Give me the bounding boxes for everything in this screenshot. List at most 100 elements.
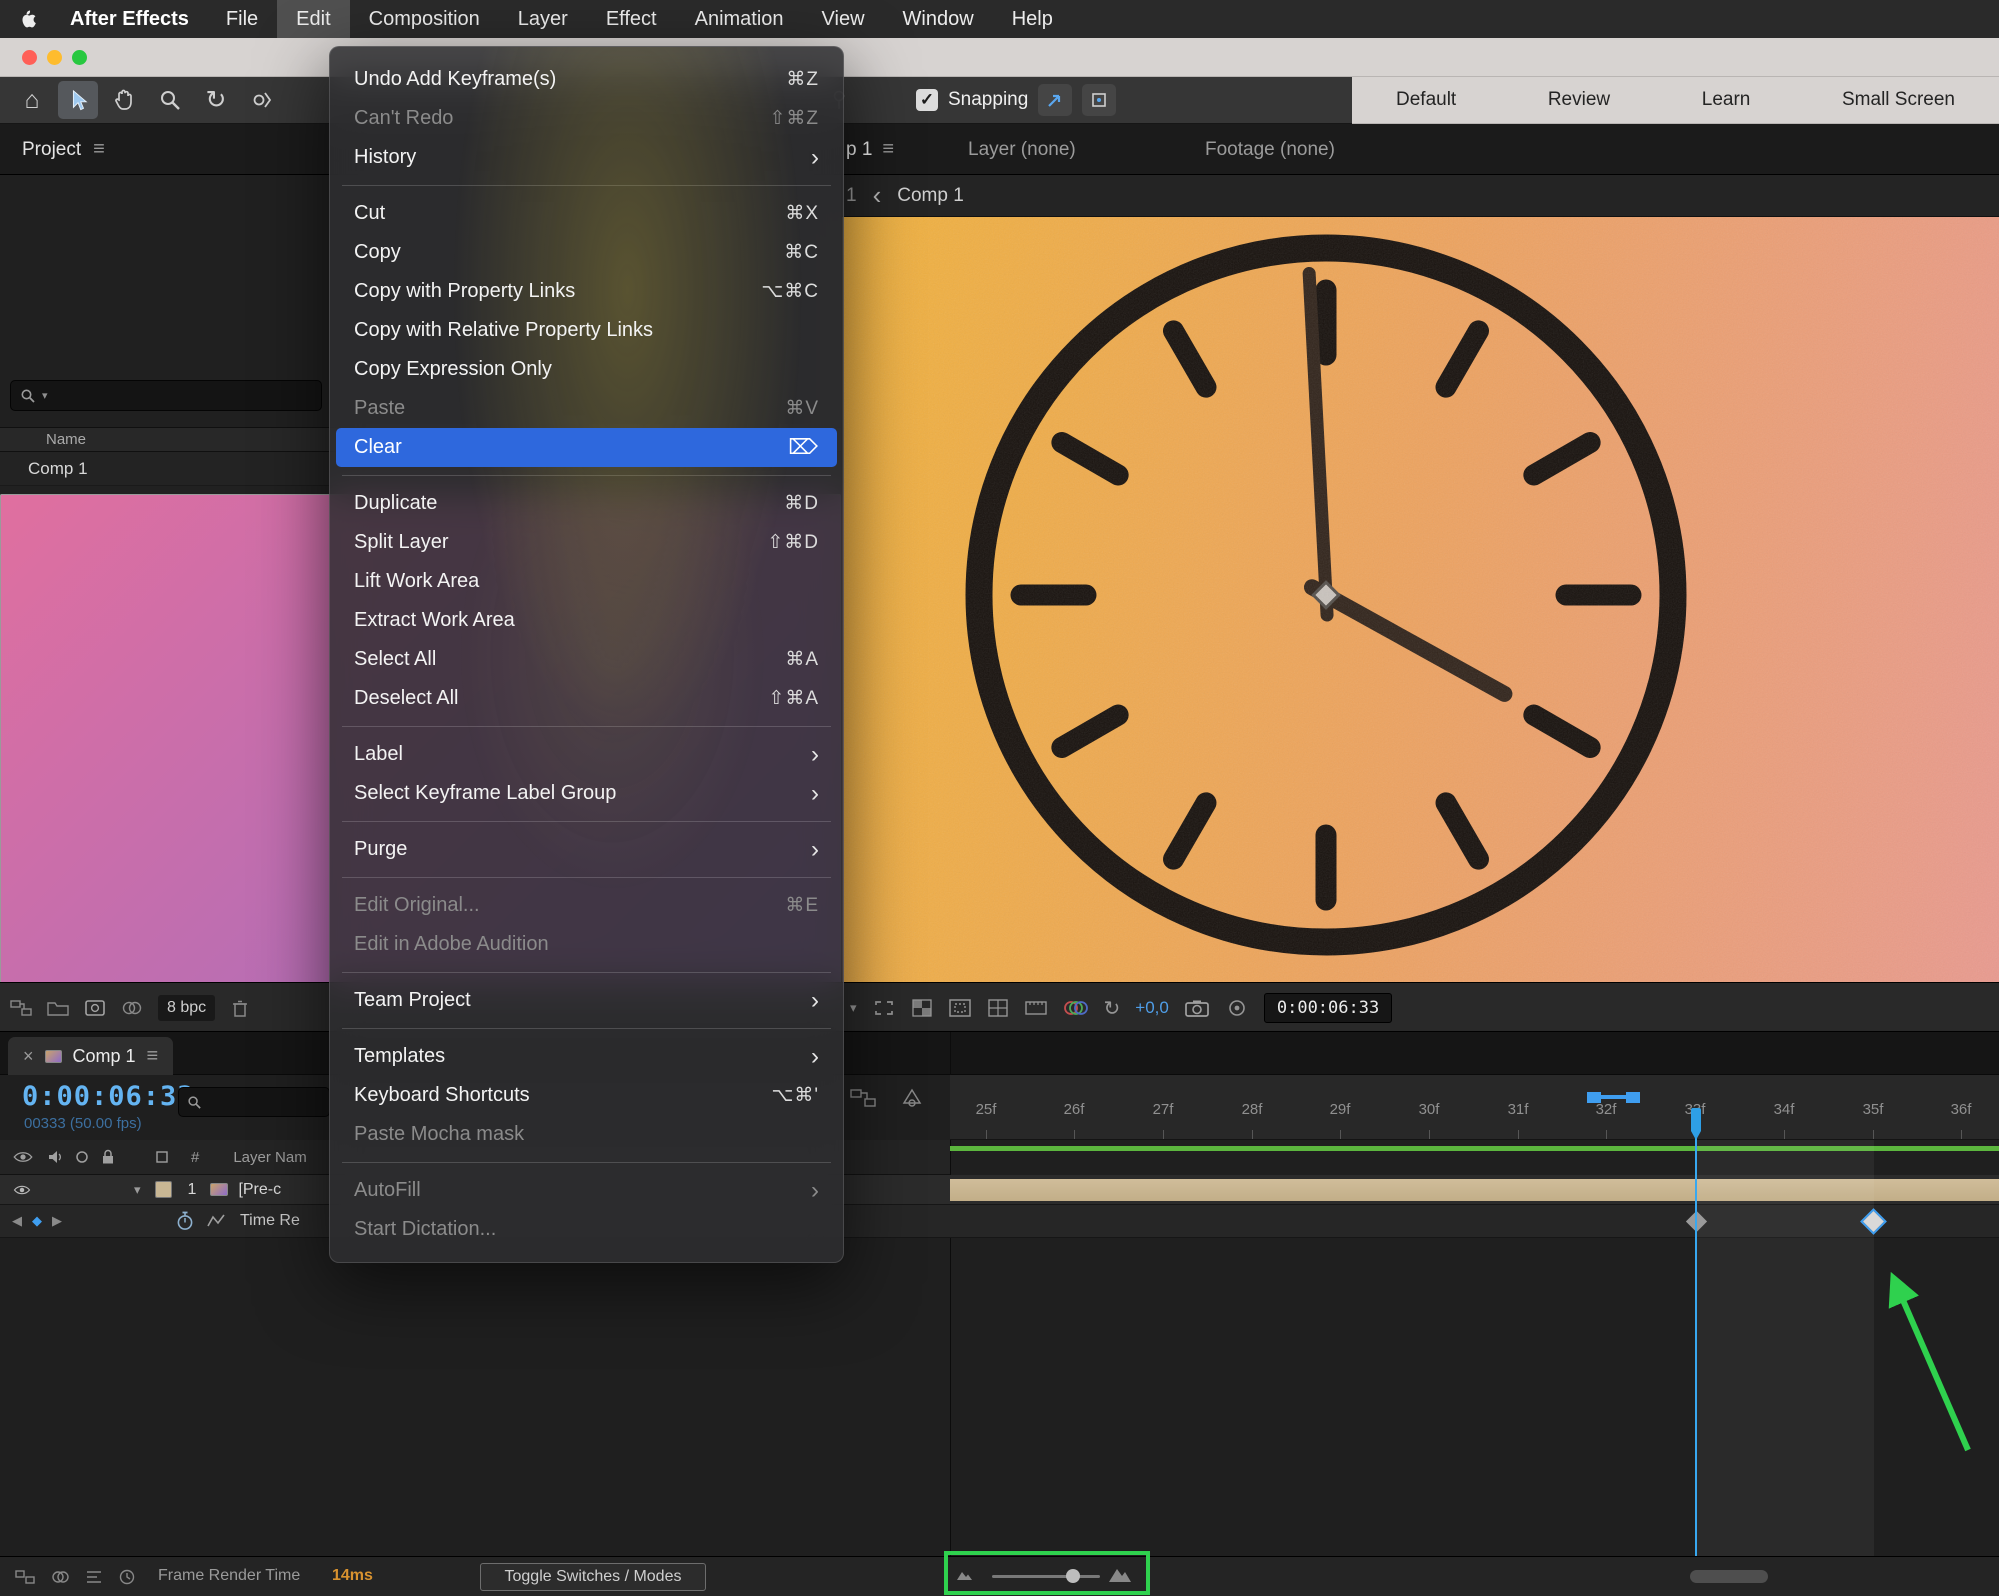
panel-menu-icon[interactable]: ≡	[882, 138, 894, 161]
toggle-switches-modes-button[interactable]: Toggle Switches / Modes	[480, 1563, 706, 1591]
channel-rgb-icon[interactable]	[1063, 999, 1089, 1017]
footage-viewer-tab[interactable]: Footage (none)	[1205, 124, 1335, 175]
menubar-file[interactable]: File	[207, 0, 277, 38]
menubar-window[interactable]: Window	[884, 0, 993, 38]
selection-tool-icon[interactable]	[58, 81, 98, 119]
menubar-effect[interactable]: Effect	[587, 0, 676, 38]
snapshot-camera-icon[interactable]	[1184, 998, 1210, 1018]
workspace-small-screen[interactable]: Small Screen	[1842, 89, 1955, 111]
close-window-button[interactable]	[22, 50, 37, 65]
menubar-animation[interactable]: Animation	[676, 0, 803, 38]
zoom-tool-icon[interactable]	[150, 81, 190, 119]
panel-menu-icon[interactable]: ≡	[93, 138, 105, 161]
menubar-layer[interactable]: Layer	[499, 0, 587, 38]
rulers-icon[interactable]	[1024, 998, 1048, 1018]
panel-menu-icon[interactable]: ≡	[147, 1045, 159, 1068]
new-folder-icon[interactable]	[47, 999, 69, 1017]
workspace-learn[interactable]: Learn	[1702, 89, 1751, 111]
visibility-column-icon[interactable]	[12, 1150, 34, 1164]
menu-item-undo[interactable]: Undo Add Keyframe(s)⌘Z	[330, 60, 843, 99]
menu-item-select-keyframe-label-group[interactable]: Select Keyframe Label Group›	[330, 774, 843, 813]
toggle-layer-switches-icon[interactable]	[14, 1568, 36, 1586]
solo-column-icon[interactable]	[75, 1150, 89, 1164]
graph-editor-icon[interactable]	[206, 1213, 226, 1229]
work-area-bar[interactable]	[1601, 1095, 1626, 1099]
app-name[interactable]: After Effects	[52, 8, 207, 31]
breadcrumb-prev-partial[interactable]: 1	[846, 185, 857, 207]
timeline-comp-tab[interactable]: × Comp 1 ≡	[8, 1037, 173, 1075]
menu-item-history[interactable]: History›	[330, 138, 843, 177]
layer-name[interactable]: [Pre-c	[238, 1181, 281, 1199]
timeline-horizontal-scrollbar[interactable]	[1690, 1570, 1768, 1583]
composition-viewer-tab[interactable]: p 1 ≡	[846, 124, 894, 175]
composition-canvas[interactable]	[842, 217, 1999, 982]
menubar-help[interactable]: Help	[993, 0, 1072, 38]
layer-expander-icon[interactable]: ▾	[134, 1182, 141, 1198]
stopwatch-icon[interactable]	[176, 1211, 194, 1231]
layer-label-swatch[interactable]	[155, 1181, 172, 1198]
menu-item-label[interactable]: Label›	[330, 735, 843, 774]
toggle-render-time-icon[interactable]	[118, 1568, 136, 1586]
show-snapshot-icon[interactable]	[1225, 998, 1249, 1018]
menu-item-copy[interactable]: Copy⌘C	[330, 233, 843, 272]
transparency-grid-icon[interactable]	[911, 998, 933, 1018]
keyframe-toggle-icon[interactable]: ◆	[32, 1213, 42, 1229]
mask-visibility-icon[interactable]	[948, 998, 972, 1018]
menu-item-deselect-all[interactable]: Deselect All⇧⌘A	[330, 679, 843, 718]
composition-mini-flowchart-icon[interactable]	[850, 1087, 876, 1109]
minimize-window-button[interactable]	[47, 50, 62, 65]
region-of-interest-icon[interactable]	[872, 998, 896, 1018]
snapping-checkbox[interactable]: ✓	[916, 89, 938, 111]
home-icon[interactable]: ⌂	[12, 81, 52, 119]
layer-visibility-icon[interactable]	[12, 1184, 32, 1196]
menu-item-templates[interactable]: Templates›	[330, 1037, 843, 1076]
layer-number-header[interactable]: #	[191, 1149, 199, 1166]
menu-item-clear[interactable]: Clear⌦	[336, 428, 837, 467]
layer-name-header[interactable]: Layer Nam	[233, 1149, 306, 1166]
rotate-tool-icon[interactable]: ↻	[196, 81, 236, 119]
timeline-search-input[interactable]	[178, 1087, 330, 1117]
label-column-icon[interactable]	[155, 1150, 169, 1164]
project-search-input[interactable]: ▾	[10, 380, 322, 411]
menubar-view[interactable]: View	[803, 0, 884, 38]
delete-icon[interactable]	[230, 998, 250, 1018]
menu-item-copy-expression-only[interactable]: Copy Expression Only	[330, 350, 843, 389]
zoom-window-button[interactable]	[72, 50, 87, 65]
project-bit-depth[interactable]: 8 bpc	[158, 995, 215, 1021]
menu-item-cut[interactable]: Cut⌘X	[330, 194, 843, 233]
menu-item-team-project[interactable]: Team Project›	[330, 981, 843, 1020]
project-panel-tab[interactable]: Project ≡	[22, 124, 105, 175]
toggle-inout-panes-icon[interactable]	[84, 1568, 104, 1586]
exposure-value[interactable]: +0,0	[1135, 998, 1169, 1018]
hand-tool-icon[interactable]	[104, 81, 144, 119]
current-timecode[interactable]: 0:00:06:33	[22, 1081, 195, 1112]
apple-menu-icon[interactable]	[16, 9, 42, 29]
menu-item-copy-with-relative-property-links[interactable]: Copy with Relative Property Links	[330, 311, 843, 350]
new-composition-icon[interactable]	[84, 999, 106, 1017]
property-name[interactable]: Time Re	[240, 1212, 300, 1230]
viewer-timecode[interactable]: 0:00:06:33	[1264, 993, 1392, 1023]
interpret-footage-icon[interactable]	[10, 999, 32, 1017]
toggle-transfer-controls-icon[interactable]	[50, 1568, 70, 1586]
menu-item-copy-with-property-links[interactable]: Copy with Property Links⌥⌘C	[330, 272, 843, 311]
breadcrumb-comp-label[interactable]: Comp 1	[897, 185, 964, 207]
menu-item-split-layer[interactable]: Split Layer⇧⌘D	[330, 523, 843, 562]
snap-option-2-button[interactable]	[1082, 84, 1116, 116]
snap-option-1-button[interactable]	[1038, 84, 1072, 116]
draft-3d-icon[interactable]	[900, 1087, 924, 1109]
pan-behind-tool-icon[interactable]	[242, 81, 282, 119]
close-tab-icon[interactable]: ×	[23, 1046, 34, 1067]
menubar-composition[interactable]: Composition	[350, 0, 499, 38]
grid-guides-icon[interactable]	[987, 998, 1009, 1018]
previous-keyframe-icon[interactable]: ◀	[12, 1213, 22, 1229]
adjustment-icon[interactable]	[121, 999, 143, 1017]
magnification-menu-icon[interactable]: ▾	[850, 1000, 857, 1016]
timeline-ruler[interactable]: 25f 26f 27f 28f 29f 30f 31f 32f 33f 34f …	[950, 1075, 1999, 1140]
search-dropdown-icon[interactable]: ▾	[42, 389, 48, 402]
audio-column-icon[interactable]	[47, 1149, 63, 1165]
workspace-default[interactable]: Default	[1396, 89, 1456, 111]
reset-exposure-icon[interactable]: ↻	[1104, 996, 1121, 1021]
lock-column-icon[interactable]	[101, 1149, 115, 1165]
next-keyframe-icon[interactable]: ▶	[52, 1213, 62, 1229]
work-area-end-marker[interactable]	[1626, 1092, 1640, 1103]
